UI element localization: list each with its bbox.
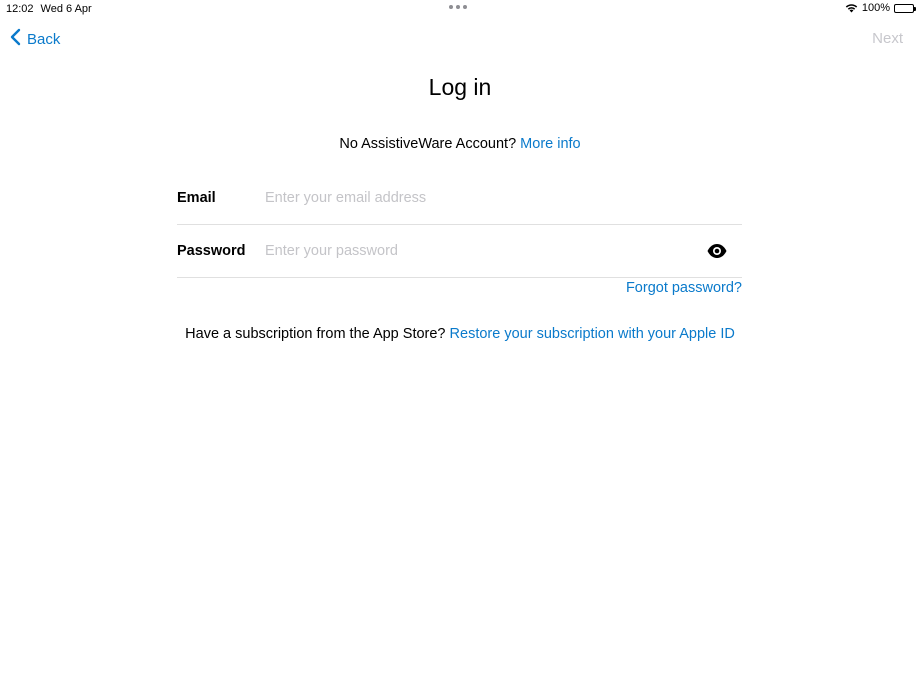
status-indicators: 100%	[845, 2, 916, 14]
battery-percent: 100%	[861, 2, 890, 14]
status-bar: 12:02 Wed 6 Apr 100%	[0, 0, 920, 18]
wifi-icon	[845, 3, 858, 13]
password-row: Password	[177, 225, 742, 278]
password-label: Password	[177, 243, 246, 259]
email-label: Email	[177, 190, 216, 206]
back-label: Back	[27, 30, 61, 48]
no-account-text: No AssistiveWare Account?	[339, 136, 517, 152]
eye-icon[interactable]	[706, 243, 728, 259]
login-form: Email Password Forgot password?	[177, 172, 742, 296]
subscription-line: Have a subscription from the App Store? …	[0, 326, 920, 342]
password-field[interactable]	[265, 243, 742, 259]
chevron-left-icon	[10, 28, 21, 50]
status-time-date: 12:02 Wed 6 Apr	[6, 3, 99, 15]
forgot-password-link[interactable]: Forgot password?	[626, 280, 742, 296]
subscription-prompt: Have a subscription from the App Store?	[185, 326, 446, 342]
status-date: Wed 6 Apr	[40, 3, 92, 15]
restore-subscription-link[interactable]: Restore your subscription with your Appl…	[450, 326, 735, 342]
email-field[interactable]	[265, 190, 742, 206]
account-info-line: No AssistiveWare Account? More info	[0, 136, 920, 152]
multitasking-dots-icon[interactable]	[449, 5, 467, 9]
back-button[interactable]: Back	[10, 28, 60, 50]
battery-icon	[894, 3, 916, 13]
more-info-link[interactable]: More info	[520, 136, 580, 152]
next-button[interactable]: Next	[872, 30, 903, 47]
page-title: Log in	[428, 74, 492, 100]
navigation-bar: Back Next	[0, 24, 920, 54]
status-time: 12:02	[6, 3, 34, 15]
email-row: Email	[177, 172, 742, 225]
